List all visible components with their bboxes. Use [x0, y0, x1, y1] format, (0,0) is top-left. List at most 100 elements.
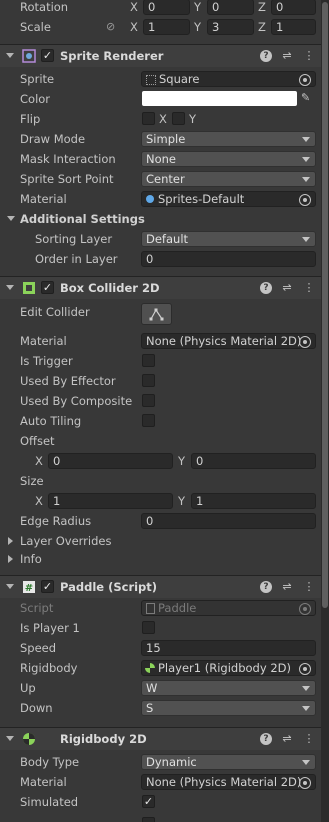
component-enabled-checkbox[interactable]: ✓: [41, 580, 54, 593]
simulated-row: Simulated ✓: [0, 792, 321, 812]
more-options-icon[interactable]: ⋮: [302, 732, 316, 746]
rigidbody-ref-label: Rigidbody: [20, 661, 78, 675]
sort-point-dropdown[interactable]: Center: [141, 171, 316, 187]
object-picker-icon[interactable]: [299, 663, 311, 675]
simulated-checkbox[interactable]: ✓: [142, 795, 155, 808]
axis-x-label: X: [130, 20, 138, 34]
help-icon[interactable]: ?: [260, 581, 272, 593]
offset-x-field[interactable]: 0: [48, 453, 173, 469]
object-picker-icon[interactable]: [299, 336, 311, 348]
offset-label-row: Offset: [0, 431, 321, 451]
down-key-row: Down S: [0, 698, 321, 718]
object-picker-icon: [299, 603, 311, 615]
cut-off-checkbox[interactable]: [142, 817, 155, 822]
order-in-layer-field[interactable]: 0: [141, 251, 316, 267]
sprite-field[interactable]: Square: [141, 71, 316, 87]
foldout-arrow-icon[interactable]: [6, 285, 14, 290]
up-key-dropdown[interactable]: W: [141, 680, 316, 696]
scale-x-field[interactable]: 1: [143, 19, 190, 35]
more-options-icon[interactable]: ⋮: [302, 281, 316, 295]
rotation-x-field[interactable]: 0: [143, 0, 190, 15]
foldout-collapsed-icon[interactable]: [8, 555, 13, 563]
info-row[interactable]: Info: [0, 549, 321, 569]
info-label[interactable]: Info: [20, 552, 42, 566]
is-trigger-label: Is Trigger: [20, 354, 73, 368]
body-type-value: Dynamic: [146, 755, 197, 769]
presets-icon[interactable]: ⇌: [280, 49, 294, 63]
dropdown-arrow-icon: [302, 157, 310, 162]
auto-tiling-checkbox[interactable]: [142, 414, 155, 427]
offset-y-field[interactable]: 0: [191, 453, 316, 469]
additional-settings-row[interactable]: Additional Settings: [0, 209, 321, 229]
used-by-composite-checkbox[interactable]: [142, 394, 155, 407]
flip-x-label: X: [159, 112, 167, 126]
foldout-arrow-icon[interactable]: [7, 216, 15, 221]
flip-y-checkbox[interactable]: [172, 112, 185, 125]
additional-settings-label[interactable]: Additional Settings: [20, 212, 145, 226]
help-icon[interactable]: ?: [260, 282, 272, 294]
layer-overrides-label[interactable]: Layer Overrides: [20, 534, 111, 548]
rb-material-row: Material None (Physics Material 2D): [0, 772, 321, 792]
foldout-arrow-icon[interactable]: [6, 584, 14, 589]
edge-radius-field[interactable]: 0: [141, 513, 316, 529]
foldout-arrow-icon[interactable]: [6, 53, 14, 58]
object-picker-icon[interactable]: [299, 74, 311, 86]
component-enabled-checkbox[interactable]: ✓: [41, 281, 54, 294]
box-collider-header[interactable]: ✓ Box Collider 2D ? ⇌ ⋮: [0, 276, 321, 299]
more-options-icon[interactable]: ⋮: [302, 580, 316, 594]
down-key-dropdown[interactable]: S: [141, 700, 316, 716]
size-x-field[interactable]: 1: [48, 493, 173, 509]
rb-material-field[interactable]: None (Physics Material 2D): [141, 774, 316, 790]
rotation-y-field[interactable]: 0: [207, 0, 254, 15]
draw-mode-label: Draw Mode: [20, 132, 86, 146]
presets-icon[interactable]: ⇌: [280, 281, 294, 295]
help-icon[interactable]: ?: [260, 733, 272, 745]
rb-material-label: Material: [20, 775, 67, 789]
rotation-z-field[interactable]: 0: [271, 0, 316, 15]
axis-z-label: Z: [258, 20, 266, 34]
used-by-effector-row: Used By Effector: [0, 371, 321, 391]
rigidbody2d-header[interactable]: Rigidbody 2D ? ⇌ ⋮: [0, 727, 321, 750]
edit-collider-button[interactable]: [141, 303, 172, 325]
more-options-icon[interactable]: ⋮: [302, 49, 316, 63]
paddle-script-header[interactable]: # ✓ Paddle (Script) ? ⇌ ⋮: [0, 575, 321, 598]
component-enabled-checkbox[interactable]: ✓: [41, 49, 54, 62]
material-field[interactable]: Sprites-Default: [141, 191, 316, 207]
flip-x-checkbox[interactable]: [142, 112, 155, 125]
presets-icon[interactable]: ⇌: [280, 580, 294, 594]
mask-interaction-dropdown[interactable]: None: [141, 151, 316, 167]
scale-z-field[interactable]: 1: [271, 19, 316, 35]
draw-mode-dropdown[interactable]: Simple: [141, 131, 316, 147]
color-swatch[interactable]: [142, 91, 297, 106]
constrain-proportions-icon[interactable]: ⊘: [106, 20, 115, 33]
rigidbody-ref-field[interactable]: Player1 (Rigidbody 2D): [141, 660, 316, 676]
axis-y-label: Y: [194, 0, 202, 14]
foldout-collapsed-icon[interactable]: [8, 537, 13, 545]
flip-label: Flip: [20, 112, 41, 126]
scale-y-field[interactable]: 3: [207, 19, 254, 35]
object-picker-icon[interactable]: [299, 194, 311, 206]
body-type-dropdown[interactable]: Dynamic: [141, 754, 316, 770]
layer-overrides-row[interactable]: Layer Overrides: [0, 531, 321, 551]
material-row: Material Sprites-Default: [0, 189, 321, 209]
is-player1-checkbox[interactable]: [142, 621, 155, 634]
script-value: Paddle: [158, 601, 197, 615]
presets-icon[interactable]: ⇌: [280, 732, 294, 746]
axis-y-label: Y: [178, 494, 186, 508]
foldout-arrow-icon[interactable]: [6, 736, 14, 741]
speed-label: Speed: [20, 641, 57, 655]
sorting-layer-dropdown[interactable]: Default: [141, 231, 316, 247]
down-key-value: S: [146, 701, 154, 715]
help-icon[interactable]: ?: [260, 50, 272, 62]
size-y-field[interactable]: 1: [191, 493, 316, 509]
used-by-effector-checkbox[interactable]: [142, 374, 155, 387]
sprite-renderer-header[interactable]: ✓ Sprite Renderer ? ⇌ ⋮: [0, 44, 321, 67]
is-trigger-checkbox[interactable]: [142, 354, 155, 367]
eyedropper-icon[interactable]: ✎: [301, 91, 310, 104]
inspector-scrollbar[interactable]: [321, 0, 329, 822]
collider-material-field[interactable]: None (Physics Material 2D): [141, 333, 316, 349]
scrollbar-thumb[interactable]: [322, 2, 328, 608]
speed-field[interactable]: 15: [141, 640, 316, 656]
dropdown-arrow-icon: [302, 137, 310, 142]
object-picker-icon[interactable]: [299, 777, 311, 789]
